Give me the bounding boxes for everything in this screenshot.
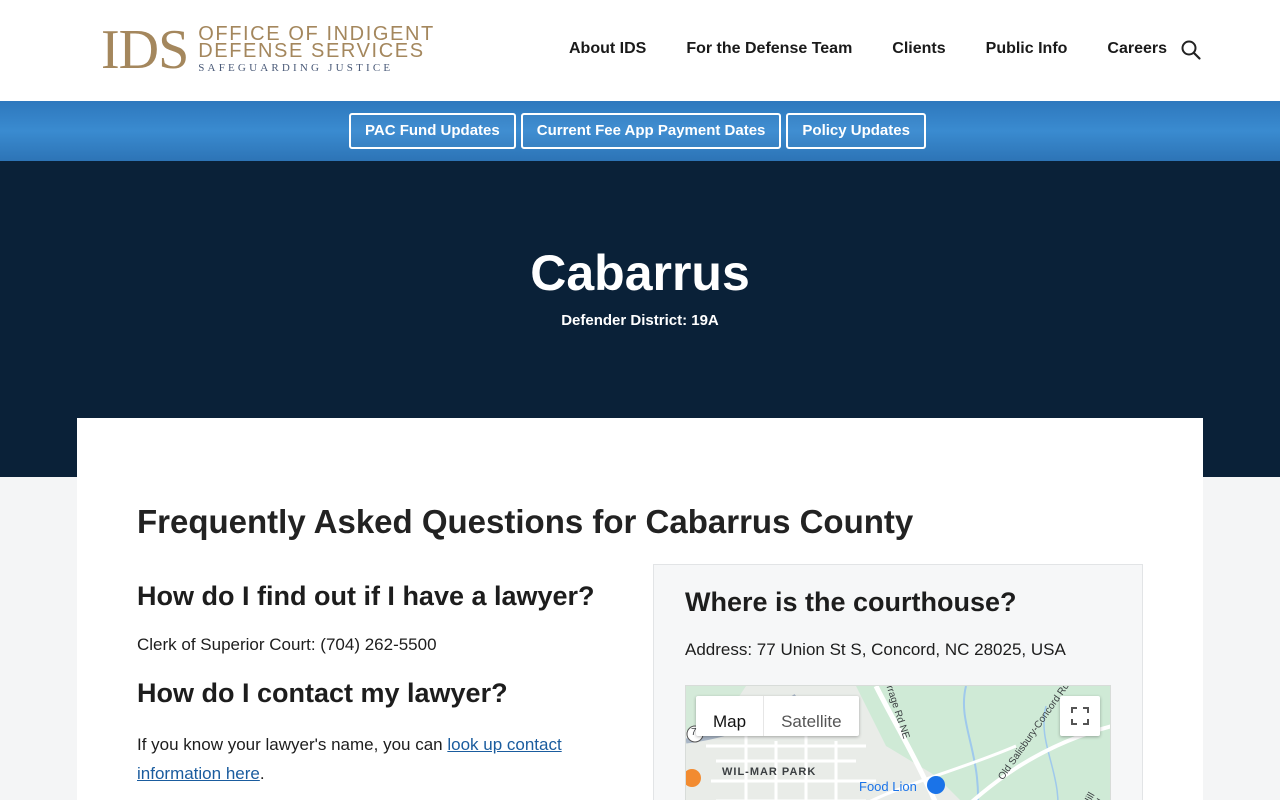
page-title: Cabarrus	[530, 245, 750, 301]
logo-text: OFFICE OF INDIGENT DEFENSE SERVICES SAFE…	[198, 24, 435, 75]
courthouse-address: Address: 77 Union St S, Concord, NC 2802…	[685, 640, 1066, 659]
nav-item-clients[interactable]: Clients	[892, 38, 945, 60]
site-header: IDS OFFICE OF INDIGENT DEFENSE SERVICES …	[0, 0, 1280, 101]
pac-fund-updates-button[interactable]: PAC Fund Updates	[349, 113, 516, 149]
policy-updates-button[interactable]: Policy Updates	[786, 113, 926, 149]
nav-item-careers[interactable]: Careers	[1107, 38, 1167, 60]
answer-contact-prefix: If you know your lawyer's name, you can	[137, 735, 448, 754]
answer-contact-suffix: .	[259, 764, 265, 783]
logo-mark: IDS	[101, 19, 189, 81]
map-route-marker: 7	[691, 727, 697, 738]
answer-find-lawyer: Clerk of Superior Court: (704) 262-5500	[137, 635, 437, 654]
courthouse-box: Where is the courthouse? Address: 77 Uni…	[653, 564, 1143, 800]
faq-title: Frequently Asked Questions for Cabarrus …	[137, 503, 914, 540]
announcement-buttons: PAC Fund Updates Current Fee App Payment…	[349, 113, 931, 149]
map-area-label: WIL-MAR PARK	[722, 766, 817, 778]
answer-contact-lawyer: If you know your lawyer's name, you can …	[137, 730, 607, 788]
question-find-lawyer: How do I find out if I have a lawyer?	[137, 581, 595, 611]
logo-tagline: SAFEGUARDING JUSTICE	[198, 61, 394, 74]
map-poi-food-lion[interactable]: Food Lion	[859, 779, 917, 794]
question-contact-lawyer: How do I contact my lawyer?	[137, 678, 508, 708]
logo-line-2: DEFENSE SERVICES	[198, 39, 425, 62]
map-tab-satellite[interactable]: Satellite	[763, 696, 858, 736]
fullscreen-icon[interactable]	[1060, 696, 1100, 736]
announcement-band: PAC Fund Updates Current Fee App Payment…	[0, 101, 1280, 161]
courthouse-title: Where is the courthouse?	[685, 587, 1017, 617]
defender-district: Defender District: 19A	[561, 312, 719, 329]
main-nav: About IDS For the Defense Team Clients P…	[569, 38, 1167, 60]
ids-logo[interactable]: IDS OFFICE OF INDIGENT DEFENSE SERVICES …	[101, 19, 435, 81]
map-tab-map[interactable]: Map	[696, 696, 763, 736]
nav-item-for-the-defense-team[interactable]: For the Defense Team	[686, 38, 852, 60]
courthouse-map[interactable]: Map Satellite WIL-MAR PARK Food Lion Old…	[685, 685, 1111, 800]
nav-item-public-info[interactable]: Public Info	[986, 38, 1068, 60]
search-icon[interactable]	[1180, 39, 1202, 61]
fee-app-payment-dates-button[interactable]: Current Fee App Payment Dates	[520, 113, 782, 149]
content-card: Frequently Asked Questions for Cabarrus …	[77, 418, 1203, 800]
map-type-control: Map Satellite	[696, 696, 859, 736]
nav-item-about-ids[interactable]: About IDS	[569, 38, 646, 60]
